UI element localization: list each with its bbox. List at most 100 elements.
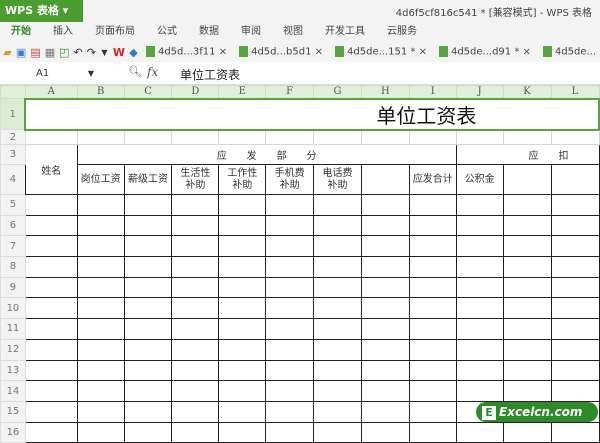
cell[interactable] — [502, 214, 552, 237]
cell[interactable] — [24, 400, 78, 423]
cell[interactable] — [360, 338, 410, 361]
cell[interactable] — [171, 214, 220, 237]
cell[interactable] — [171, 235, 220, 258]
print-icon[interactable]: ▦ — [45, 46, 55, 59]
cell[interactable] — [313, 297, 362, 320]
row-header[interactable]: 3 — [0, 144, 26, 165]
cell[interactable] — [123, 235, 173, 258]
cell[interactable] — [265, 380, 315, 402]
cell[interactable] — [76, 338, 125, 361]
cell[interactable] — [76, 318, 125, 340]
cell[interactable] — [550, 297, 600, 320]
column-header[interactable]: C — [123, 85, 173, 99]
cell[interactable] — [24, 421, 78, 443]
ribbon-tab[interactable]: 审阅 — [230, 22, 272, 42]
ribbon-tab[interactable]: 云服务 — [376, 22, 428, 42]
zoom-icon[interactable]: 🔍︎ — [128, 65, 142, 78]
cell[interactable] — [76, 214, 125, 237]
cell[interactable] — [218, 276, 267, 299]
cell[interactable] — [24, 194, 78, 216]
cell[interactable] — [171, 421, 220, 443]
cell[interactable] — [408, 318, 457, 340]
column-header[interactable]: I — [408, 85, 457, 99]
cell[interactable] — [24, 214, 78, 237]
cell[interactable] — [265, 256, 315, 278]
row-header[interactable]: 15 — [0, 400, 26, 423]
cell[interactable] — [171, 129, 220, 145]
cell[interactable] — [313, 318, 362, 340]
cell[interactable] — [218, 318, 267, 340]
ribbon-tab[interactable]: 页面布局 — [84, 22, 146, 42]
cell[interactable] — [550, 276, 600, 299]
document-tab[interactable]: 4d5de...151 * × — [331, 46, 431, 58]
select-all-corner[interactable] — [0, 85, 26, 99]
cell[interactable] — [171, 318, 220, 340]
cell[interactable] — [502, 380, 552, 402]
cell[interactable] — [265, 129, 315, 145]
cell[interactable] — [265, 318, 315, 340]
cell[interactable] — [502, 318, 552, 340]
cell[interactable] — [265, 214, 315, 237]
cell[interactable] — [171, 338, 220, 361]
cell[interactable] — [408, 276, 457, 299]
column-header[interactable]: D — [171, 85, 220, 99]
cell[interactable] — [455, 276, 504, 299]
cell[interactable] — [218, 297, 267, 320]
row-header[interactable]: 10 — [0, 297, 26, 320]
cell[interactable] — [171, 297, 220, 320]
cell[interactable] — [550, 129, 600, 145]
cell[interactable] — [218, 194, 267, 216]
ribbon-tab[interactable]: 开发工具 — [314, 22, 376, 42]
cell[interactable] — [550, 214, 600, 237]
cell[interactable] — [455, 214, 504, 237]
cell[interactable] — [218, 214, 267, 237]
cell[interactable] — [360, 400, 410, 423]
column-title[interactable]: 电话费 补助 — [313, 164, 362, 195]
cell[interactable] — [218, 359, 267, 382]
row-header[interactable]: 2 — [0, 129, 26, 145]
cell[interactable] — [408, 214, 457, 237]
cell[interactable] — [24, 276, 78, 299]
row-header[interactable]: 9 — [0, 276, 26, 299]
cell[interactable] — [502, 129, 552, 145]
wps-logo-icon[interactable]: W — [113, 46, 125, 59]
row-header[interactable]: 6 — [0, 214, 26, 237]
cell[interactable] — [171, 359, 220, 382]
cell[interactable] — [265, 194, 315, 216]
cell[interactable] — [550, 235, 600, 258]
cell[interactable] — [313, 276, 362, 299]
cell[interactable] — [76, 276, 125, 299]
column-title[interactable]: 生活性 补助 — [171, 164, 220, 195]
cell[interactable] — [455, 235, 504, 258]
cell[interactable] — [76, 129, 125, 145]
cell[interactable] — [502, 297, 552, 320]
document-tab[interactable]: 4d5de...d91 * × — [435, 46, 535, 58]
column-title[interactable]: 岗位工资 — [76, 164, 125, 195]
cell[interactable] — [455, 129, 504, 145]
cell[interactable] — [76, 235, 125, 258]
cell[interactable] — [360, 235, 410, 258]
column-header[interactable]: A — [24, 85, 78, 99]
row-header[interactable]: 1 — [0, 98, 26, 130]
document-tab[interactable]: 4d5d...3f11 × — [142, 46, 231, 58]
cell[interactable] — [408, 400, 457, 423]
cell[interactable] — [265, 297, 315, 320]
cell[interactable] — [76, 194, 125, 216]
cell[interactable] — [218, 129, 267, 145]
cell[interactable] — [455, 421, 504, 443]
cell[interactable] — [24, 380, 78, 402]
cell[interactable] — [24, 359, 78, 382]
wps-app-menu-button[interactable]: WPS 表格 ▾ — [0, 0, 83, 22]
row-header[interactable]: 4 — [0, 164, 26, 195]
row-header[interactable]: 5 — [0, 194, 26, 216]
cell[interactable] — [123, 400, 173, 423]
ribbon-tab[interactable]: 公式 — [146, 22, 188, 42]
cell[interactable] — [408, 380, 457, 402]
cell[interactable] — [313, 400, 362, 423]
column-header[interactable]: G — [313, 85, 362, 99]
ribbon-tab[interactable]: 数据 — [188, 22, 230, 42]
cell[interactable] — [171, 276, 220, 299]
export-pdf-icon[interactable]: ▤ — [30, 46, 40, 59]
cell[interactable] — [76, 359, 125, 382]
row-header[interactable]: 13 — [0, 359, 26, 382]
